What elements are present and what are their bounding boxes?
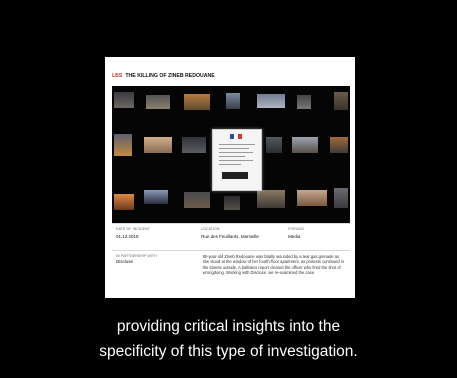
video-thumbnail bbox=[146, 95, 170, 109]
video-thumbnail bbox=[224, 196, 240, 210]
video-thumbnail bbox=[184, 192, 210, 208]
video-thumbnail bbox=[334, 188, 348, 208]
subtitle-line-2: specificity of this type of investigatio… bbox=[99, 343, 358, 360]
location-label: LOCATION bbox=[201, 227, 220, 231]
video-thumbnail bbox=[144, 137, 172, 153]
description-cell: 80-year-old Zineb Redouane was fatally w… bbox=[199, 251, 350, 293]
case-details: DATE OF INCIDENT 01.12.2018 LOCATION Rue… bbox=[112, 223, 350, 293]
video-thumbnail bbox=[257, 190, 285, 208]
video-thumbnail bbox=[184, 94, 210, 110]
video-thumbnail bbox=[297, 190, 327, 206]
redaction-block bbox=[222, 172, 248, 179]
french-flag-icon bbox=[230, 134, 242, 139]
video-thumbnail bbox=[182, 137, 206, 153]
forums-value: Media bbox=[288, 234, 301, 239]
video-thumbnail bbox=[292, 137, 318, 153]
case-title: LBS THE KILLING OF ZINEB REDOUANE bbox=[112, 73, 215, 79]
location-value: Rue des Feuillants, Marseille bbox=[201, 234, 259, 239]
details-row: DATE OF INCIDENT 01.12.2018 LOCATION Rue… bbox=[112, 223, 350, 250]
video-thumbnail bbox=[330, 137, 348, 153]
partnership-cell: IN PARTNERSHIP WITH Disclose bbox=[112, 251, 199, 293]
details-row: IN PARTNERSHIP WITH Disclose 80-year-old… bbox=[112, 250, 350, 293]
video-thumbnail bbox=[257, 94, 285, 108]
video-mosaic bbox=[112, 86, 350, 223]
video-thumbnail bbox=[114, 134, 132, 156]
subtitle-line-1: providing critical insights into the bbox=[116, 318, 341, 335]
forums-cell: FORUMS Media bbox=[284, 224, 350, 250]
video-thumbnail bbox=[334, 92, 348, 110]
video-thumbnail bbox=[144, 190, 168, 204]
forums-label: FORUMS bbox=[288, 227, 304, 231]
date-value: 01.12.2018 bbox=[116, 234, 139, 239]
partnership-value: Disclose bbox=[116, 259, 134, 264]
date-label: DATE OF INCIDENT bbox=[116, 227, 151, 231]
location-cell: LOCATION Rue des Feuillants, Marseille bbox=[197, 224, 284, 250]
date-cell: DATE OF INCIDENT 01.12.2018 bbox=[112, 224, 197, 250]
ballistics-report-document bbox=[212, 129, 262, 191]
case-card[interactable]: LBS THE KILLING OF ZINEB REDOUANE DATE O… bbox=[105, 57, 355, 298]
video-thumbnail bbox=[226, 93, 240, 109]
case-title-text: THE KILLING OF ZINEB REDOUANE bbox=[125, 73, 215, 79]
video-thumbnail bbox=[297, 95, 311, 109]
video-thumbnail bbox=[266, 137, 282, 153]
video-thumbnail bbox=[114, 194, 134, 210]
partnership-label: IN PARTNERSHIP WITH bbox=[116, 254, 157, 258]
case-tag: LBS bbox=[112, 73, 123, 79]
video-thumbnail bbox=[114, 92, 134, 108]
case-description: 80-year-old Zineb Redouane was fatally w… bbox=[202, 254, 345, 276]
